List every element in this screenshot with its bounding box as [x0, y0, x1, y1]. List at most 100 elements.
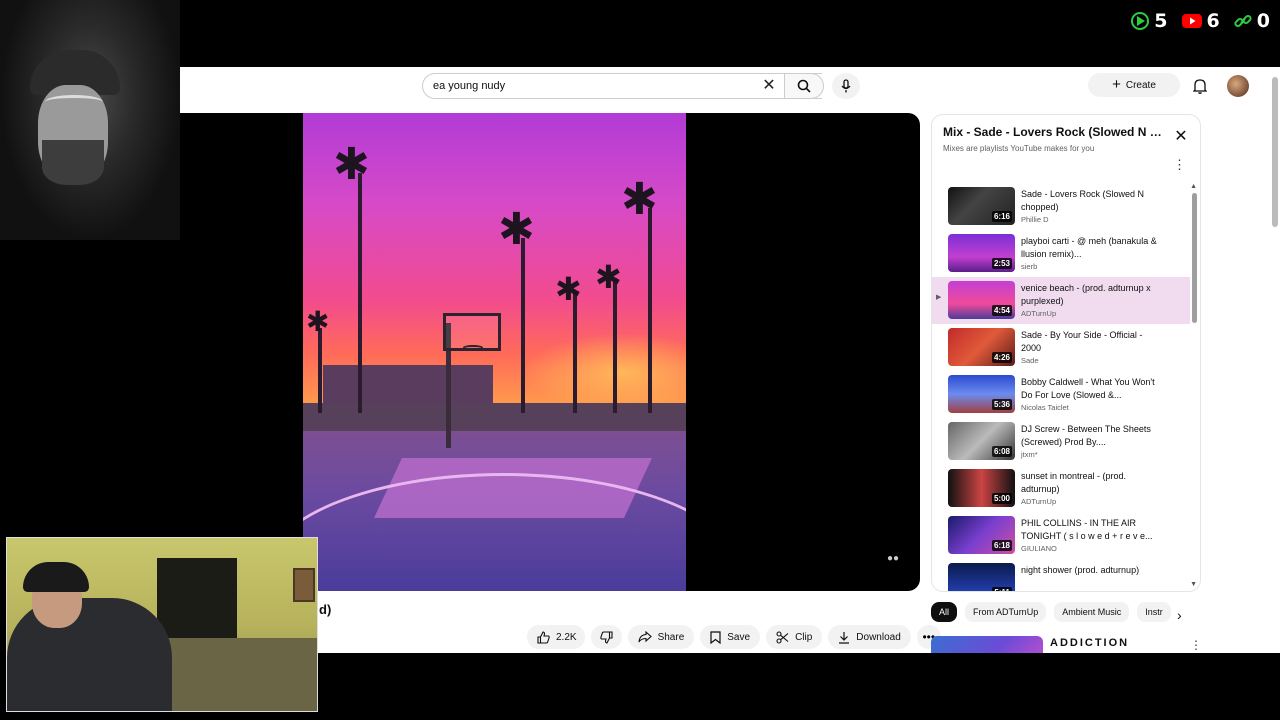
playlist-item[interactable]: 5:00 sunset in montreal - (prod. adturnup… [932, 465, 1190, 512]
duration-badge: 6:18 [991, 540, 1012, 551]
playlist-item-title[interactable]: venice beach - (prod. adturnup x purplex… [1021, 282, 1161, 308]
thumbs-up-icon [537, 630, 550, 644]
playlist-item[interactable]: ▶ 4:54 venice beach - (prod. adturnup x pu… [932, 277, 1190, 324]
cam-person [7, 598, 172, 711]
filter-chip[interactable]: Ambient Music [1054, 602, 1130, 622]
playlist-item[interactable]: 6:18 PHIL COLLINS - IN THE AIR TONIGHT ( … [932, 512, 1190, 559]
cam-picture-frame [293, 568, 315, 602]
share-label: Share [657, 631, 685, 643]
playlist-item-title[interactable]: Sade - Lovers Rock (Slowed N chopped) [1021, 188, 1161, 214]
like-button[interactable]: 2.2K [527, 625, 585, 649]
playlist-item[interactable]: 6:08 DJ Screw - Between The Sheets (Screw… [932, 418, 1190, 465]
playlist-item-title[interactable]: Bobby Caldwell - What You Won't Do For L… [1021, 376, 1161, 402]
duration-badge: 4:54 [991, 305, 1012, 316]
close-icon[interactable]: ✕ [1172, 129, 1190, 145]
palm-trunk [613, 278, 617, 413]
playlist-item-title[interactable]: Sade - By Your Side - Official - 2000 [1021, 329, 1161, 355]
bookmark-icon [710, 630, 721, 644]
page-scrollbar[interactable] [1272, 77, 1278, 227]
scroll-up-icon[interactable]: ▲ [1190, 183, 1197, 190]
webcam-overlay-bottom [6, 537, 318, 712]
share-button[interactable]: Share [627, 625, 695, 649]
palm-trunk [318, 328, 322, 413]
playlist-item-channel: Sade [1021, 356, 1039, 365]
playlist-item-thumbnail[interactable]: 2:53 [948, 234, 1015, 272]
voice-search-button[interactable] [832, 73, 860, 99]
playlist-item-thumbnail[interactable]: 6:18 [948, 516, 1015, 554]
playlist-item-thumbnail[interactable]: 5:11 [948, 563, 1015, 591]
recommendation-title[interactable]: ADDICTION [1050, 637, 1129, 649]
playlist-item[interactable]: 4:26 Sade - By Your Side - Official - 200… [932, 324, 1190, 371]
duration-badge: 6:16 [991, 211, 1012, 222]
palm-tree-icon: ✱ [306, 306, 330, 337]
stat-play-count: 5 [1154, 10, 1168, 32]
dislike-button[interactable] [590, 625, 622, 649]
playlist-item-channel: GIULIANO [1021, 544, 1057, 553]
playlist-item-thumbnail[interactable]: 6:16 [948, 187, 1015, 225]
playlist-item-title[interactable]: playboi carti - @ meh (banakula & llusio… [1021, 235, 1161, 261]
save-button[interactable]: Save [700, 625, 761, 649]
playlist-items: 6:16 Sade - Lovers Rock (Slowed N chopped… [932, 183, 1190, 591]
playlist-title[interactable]: Mix - Sade - Lovers Rock (Slowed N chopp… [943, 125, 1163, 139]
like-count: 2.2K [556, 631, 577, 643]
recommendation-thumbnail[interactable] [931, 636, 1043, 653]
duration-badge: 6:08 [991, 446, 1012, 457]
clear-search-icon[interactable]: ✕ [759, 77, 779, 95]
more-vertical-icon[interactable]: ⋮ [1173, 157, 1186, 173]
playlist-scrollbar[interactable] [1192, 193, 1197, 323]
search-button[interactable] [784, 73, 824, 99]
account-avatar[interactable] [1227, 75, 1249, 97]
now-playing-icon: ▶ [936, 294, 942, 301]
clip-button[interactable]: Clip [766, 625, 823, 649]
playlist-item-channel: Phillie D [1021, 215, 1049, 224]
playlist-item-thumbnail[interactable]: 6:08 [948, 422, 1015, 460]
filter-chip[interactable]: From ADTurnUp [965, 602, 1047, 622]
playlist-item-thumbnail[interactable]: 5:00 [948, 469, 1015, 507]
playlist-item[interactable]: 5:36 Bobby Caldwell - What You Won't Do F… [932, 371, 1190, 418]
cam-beard [42, 140, 104, 185]
masthead: ea young nudy ✕ + Create [69, 67, 1280, 113]
notifications-button[interactable] [1189, 75, 1211, 97]
palm-trunk [648, 208, 652, 413]
duration-badge: 5:11 [992, 587, 1012, 591]
microphone-icon [841, 79, 851, 93]
filter-chips: All From ADTurnUp Ambient Music Instr [931, 602, 1171, 622]
more-vertical-icon[interactable]: ⋮ [1190, 638, 1202, 652]
playlist-item-channel: ADTurnUp [1021, 309, 1057, 318]
playlist-item-channel: sierb [1021, 262, 1038, 271]
chevron-right-icon[interactable]: › [1177, 607, 1182, 623]
video-title: d) [319, 602, 332, 617]
filter-chip[interactable]: All [931, 602, 958, 622]
create-button[interactable]: + Create [1088, 73, 1180, 97]
playlist-item-thumbnail[interactable]: 5:36 [948, 375, 1015, 413]
playlist-item[interactable]: 2:53 playboi carti - @ meh (banakula & ll… [932, 230, 1190, 277]
playlist-item[interactable]: 5:11 night shower (prod. adturnup) ADTurnU… [932, 559, 1190, 591]
download-icon [839, 631, 850, 644]
download-label: Download [856, 631, 901, 643]
playlist-item-title[interactable]: DJ Screw - Between The Sheets (Screwed) … [1021, 423, 1161, 449]
share-arrow-icon [638, 631, 652, 643]
search-icon [797, 79, 811, 93]
playlist-item[interactable]: 6:16 Sade - Lovers Rock (Slowed N chopped… [932, 183, 1190, 230]
cam-glasses [45, 95, 103, 109]
save-label: Save [727, 631, 751, 643]
scroll-down-icon[interactable]: ▼ [1190, 581, 1197, 588]
duration-badge: 2:53 [991, 258, 1012, 269]
download-button[interactable]: Download [828, 625, 911, 649]
link-icon [1234, 14, 1252, 28]
video-player[interactable]: ✱ ✱ ✱ ✱ ✱ ✱ ●● [69, 113, 920, 591]
playlist-item-title[interactable]: PHIL COLLINS - IN THE AIR TONIGHT ( s l … [1021, 517, 1161, 543]
play-triangle-icon [1131, 12, 1150, 30]
stat-link-count: 0 [1256, 10, 1270, 32]
filter-chip[interactable]: Instr [1137, 602, 1171, 622]
playlist-item-title[interactable]: sunset in montreal - (prod. adturnup) [1021, 470, 1161, 496]
video-actions: 2.2K Share Save Clip Download ••• [527, 625, 941, 649]
playlist-item-title[interactable]: night shower (prod. adturnup) [1021, 564, 1161, 577]
playlist-subtitle: Mixes are playlists YouTube makes for yo… [943, 144, 1095, 153]
playlist-item-thumbnail[interactable]: 4:26 [948, 328, 1015, 366]
stat-youtube-count: 6 [1206, 10, 1220, 32]
channel-watermark-icon[interactable]: ●● [887, 553, 907, 567]
duration-badge: 5:36 [991, 399, 1012, 410]
playlist-item-thumbnail[interactable]: 4:54 [948, 281, 1015, 319]
palm-trunk [358, 173, 362, 413]
